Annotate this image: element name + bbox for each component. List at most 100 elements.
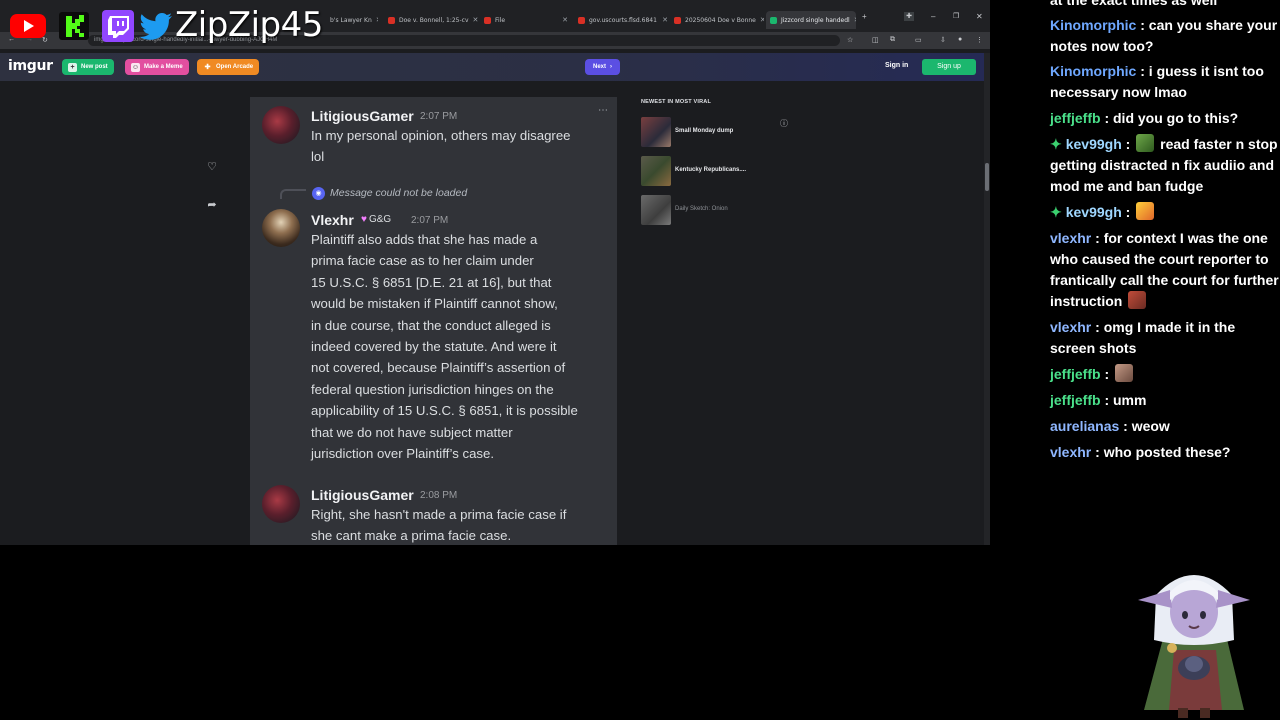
new-tab-icon[interactable]: + xyxy=(862,12,867,21)
message-line: she cant make a prima facie case. xyxy=(311,528,512,544)
imgur-icon xyxy=(770,16,777,24)
sidepanel-icon[interactable]: ▭ xyxy=(915,36,922,44)
tab-label: 20250604 Doe v Bonne xyxy=(685,16,756,24)
tab-lawyer-kn[interactable]: b's Lawyer Kn ✕ xyxy=(330,11,378,29)
page-scrollbar[interactable] xyxy=(984,53,990,545)
tab-20250604[interactable]: 20250604 Doe v Bonne ✕ xyxy=(674,11,764,29)
meme-icon: ☺ xyxy=(131,62,140,72)
make-meme-button[interactable]: ☺ Make a Meme xyxy=(125,59,189,75)
close-icon[interactable]: ✕ xyxy=(854,16,856,24)
new-post-button[interactable]: + New post xyxy=(62,59,114,75)
chat-username: aurelianas xyxy=(1050,418,1120,434)
tab-label: Jizzcord single handedl xyxy=(781,16,850,24)
message-body: Plaintiff also adds that she has made a … xyxy=(311,229,611,464)
kick-icon xyxy=(54,8,94,44)
twitch-icon xyxy=(98,8,138,44)
message-line: Plaintiff also adds that she has made a xyxy=(311,232,538,247)
pdf-icon xyxy=(484,16,491,24)
chat-emote xyxy=(1128,291,1147,309)
minimize-icon[interactable]: – xyxy=(931,12,935,21)
chat-message: ✦ kev99gh : read faster n stop getting di… xyxy=(1050,134,1280,197)
make-meme-label: Make a Meme xyxy=(144,64,183,70)
sign-up-button[interactable]: Sign up xyxy=(922,59,976,75)
message-timestamp: 2:08 PM xyxy=(420,490,458,501)
extension-icon[interactable]: ◫ xyxy=(872,36,879,44)
tab-uscourts[interactable]: gov.uscourts.flsd.6841 ✕ xyxy=(578,11,668,29)
viral-item[interactable]: Daily Sketch: Onion xyxy=(641,195,786,225)
viral-item-title: Kentucky Republicans.... xyxy=(675,167,747,173)
message-line: in due course, that the conduct alleged … xyxy=(311,317,551,333)
imgur-logo[interactable]: imgur xyxy=(8,58,53,74)
chat-message: jeffjeffb : did you go to this? xyxy=(1050,108,1280,129)
message-line: 15 U.S.C. § 6851 [D.E. 21 at 16], but th… xyxy=(311,274,552,290)
chat-text: : weow xyxy=(1123,418,1170,434)
puzzle-icon[interactable]: ⧉ xyxy=(890,36,895,44)
chat-username: jeffjeffb xyxy=(1050,392,1101,408)
close-icon[interactable]: ✕ xyxy=(760,16,764,24)
open-arcade-button[interactable]: ✚ Open Arcade xyxy=(197,59,260,75)
favorite-heart-icon[interactable]: ♡ xyxy=(200,155,224,179)
chat-emote xyxy=(1115,364,1134,382)
tab-file[interactable]: File ✕ xyxy=(484,11,568,29)
close-icon[interactable]: ✕ xyxy=(376,16,378,24)
chat-message: vlexhr : who posted these? xyxy=(1050,442,1280,463)
heart-icon: ♥ xyxy=(361,213,367,225)
viral-item[interactable]: Small Monday dump xyxy=(641,117,786,147)
chat-username: jeffjeffb xyxy=(1050,366,1101,382)
message-line: not covered, because Plaintiff’s asserti… xyxy=(311,360,566,376)
pdf-icon xyxy=(578,16,585,24)
chat-text: : xyxy=(1125,204,1131,220)
close-icon[interactable]: ✕ xyxy=(662,16,668,24)
chat-message: at the exact times as well xyxy=(1050,0,1280,11)
message-body: Right, she hasn't made a prima facie cas… xyxy=(311,504,611,545)
message-timestamp: 2:07 PM xyxy=(411,215,449,226)
download-icon[interactable]: ⇩ xyxy=(940,36,946,44)
bookmark-star-icon[interactable]: ☆ xyxy=(847,36,853,44)
chat-message: vlexhr : omg I made it in the screen sho… xyxy=(1050,317,1280,359)
chat-text: : xyxy=(1104,366,1110,382)
pdf-icon xyxy=(388,16,395,24)
menu-kebab-icon[interactable]: ⋮ xyxy=(976,36,983,44)
message-line: lol xyxy=(311,149,325,165)
tab-label: b's Lawyer Kn xyxy=(330,16,372,24)
window-close-icon[interactable]: ✕ xyxy=(976,12,983,21)
tab-doe-v-bonnell[interactable]: Doe v. Bonnell, 1:25-cv ✕ xyxy=(388,11,478,29)
chat-text: : xyxy=(1125,136,1131,152)
message-line: that we do not have subject matter xyxy=(311,424,513,440)
post-thumbnail xyxy=(641,156,671,186)
tab-label: Doe v. Bonnell, 1:25-cv xyxy=(399,16,469,24)
maximize-icon[interactable]: ❐ xyxy=(953,12,959,20)
badge-diamond-icon: ✦ xyxy=(1050,136,1062,152)
close-icon[interactable]: ✕ xyxy=(562,16,568,24)
tab-jizzcord[interactable]: Jizzcord single handedl ✕ xyxy=(766,11,856,29)
chat-message: jeffjeffb : umm xyxy=(1050,390,1280,411)
vtuber-avatar xyxy=(1138,575,1250,718)
scrollbar-thumb[interactable] xyxy=(985,163,989,191)
viral-item-title: Daily Sketch: Onion xyxy=(675,206,728,212)
chat-message: jeffjeffb : xyxy=(1050,364,1280,385)
role-tag: ♥ G&G xyxy=(361,212,391,226)
more-options-icon[interactable]: ⋯ xyxy=(598,105,608,116)
close-icon[interactable]: ✕ xyxy=(473,16,478,24)
plus-icon: + xyxy=(68,62,77,72)
tab-search-icon[interactable]: ✚ xyxy=(904,12,914,21)
sign-in-link[interactable]: Sign in xyxy=(885,62,908,69)
open-arcade-label: Open Arcade xyxy=(216,64,254,70)
next-button[interactable]: Next › xyxy=(585,59,621,75)
chat-message: Kinomorphic : can you share your notes n… xyxy=(1050,15,1280,57)
reply-connector xyxy=(280,189,306,199)
profile-icon[interactable]: ● xyxy=(958,36,962,43)
share-arrow-icon[interactable]: ➦ xyxy=(200,193,224,217)
chat-message: ✦ kev99gh : xyxy=(1050,202,1280,223)
viral-item[interactable]: Kentucky Republicans.... xyxy=(641,156,786,186)
avatar xyxy=(262,209,300,247)
chat-username: vlexhr xyxy=(1050,319,1092,335)
imgur-header: imgur + New post ☺ Make a Meme ✚ Open Ar… xyxy=(0,53,984,81)
new-post-label: New post xyxy=(81,64,108,70)
role-label: G&G xyxy=(368,213,392,225)
chat-username: vlexhr xyxy=(1050,444,1092,460)
badge-diamond-icon: ✦ xyxy=(1050,204,1062,220)
message-line: would be mistaken if Plaintiff cannot sh… xyxy=(311,296,558,312)
chat-username: kev99gh xyxy=(1065,136,1122,152)
discord-icon: ◉ xyxy=(312,187,325,200)
